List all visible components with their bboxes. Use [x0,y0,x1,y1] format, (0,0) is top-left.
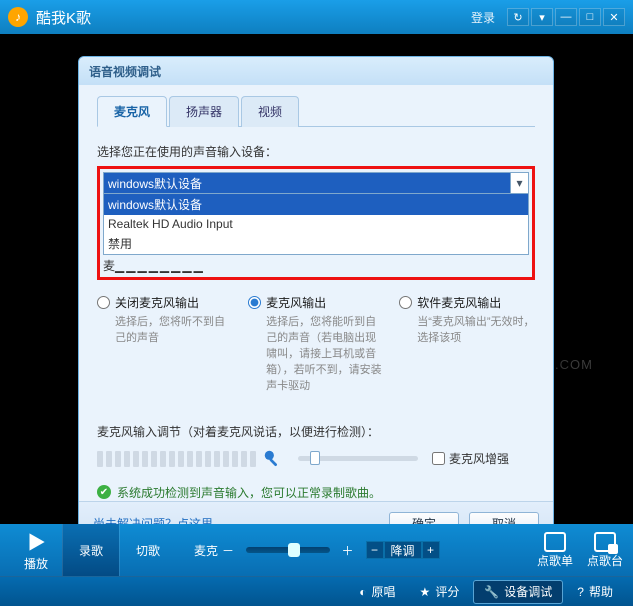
mic-volume-slider[interactable] [246,547,329,553]
app-logo-icon: ♪ [8,7,28,27]
record-tab[interactable]: 录歌 [62,524,119,576]
mic-plus-button[interactable]: ＋ [342,542,354,559]
songlist-icon [544,532,566,552]
radio-close-mic-output[interactable]: 关闭麦克风输出 [97,294,233,311]
radio-mic-output[interactable]: 麦克风输出 [248,294,384,311]
device-option[interactable]: 禁用 [104,233,528,254]
radio-desc: 选择后，您将能听到自己的声音（若电脑出现啸叫，请接上耳机或音箱），若听不到，请安… [248,315,384,395]
mic-volume-label: 麦克 [194,542,218,559]
mic-boost-checkbox[interactable]: 麦克风增强 [432,450,509,467]
mic-minus-button[interactable]: － [222,542,234,559]
input-device-dropdown: windows默认设备 Realtek HD Audio Input 禁用 [103,194,529,255]
device-option[interactable]: windows默认设备 [104,194,528,215]
score-button[interactable]: ★评分 [410,580,470,604]
mic-output-radiogroup: 关闭麦克风输出 选择后，您将听不到自己的声音 麦克风输出 选择后，您将能听到自己… [97,294,535,395]
songstage-icon [594,532,616,552]
maximize-icon[interactable]: □ [579,8,601,26]
mic-level-label: 麦克风输入调节（对着麦克风说话，以便进行检测）： [97,423,535,440]
device-test-button[interactable]: 🔧设备调试 [473,580,563,604]
minimize-icon[interactable]: — [555,8,577,26]
close-icon[interactable]: ✕ [603,8,625,26]
pitch-label: 降调 [384,541,422,559]
options-icon[interactable]: ▾ [531,8,553,26]
input-device-combobox[interactable]: windows默认设备 ▾ [103,172,529,194]
tab-microphone[interactable]: 麦克风 [97,96,167,127]
sync-icon[interactable]: ↻ [507,8,529,26]
disc-icon: ◐ [359,585,366,599]
cut-song-tab[interactable]: 切歌 [119,524,176,576]
dialog-title: 语音视频调试 [79,57,553,85]
app-title: 酷我K歌 [36,7,91,28]
songstage-button[interactable]: 点歌台 [587,532,623,569]
check-icon: ✔ [97,485,111,499]
obscured-text: 麦▁▁▁▁▁▁▁▁ [103,257,529,274]
login-link[interactable]: 登录 [471,9,495,26]
bottom-toolbar: 播放 录歌 切歌 麦克 － ＋ − 降调 + 点歌单 点歌台 ◐原唱 ★评分 🔧… [0,524,633,606]
tab-speaker[interactable]: 扬声器 [169,96,239,127]
wrench-icon: 🔧 [484,585,499,599]
mic-level-meter: 麦克风增强 [97,448,535,470]
pitch-down-button[interactable]: − [366,541,384,559]
detection-status: ✔ 系统成功检测到声音输入，您可以正常录制歌曲。 [97,484,535,501]
av-settings-dialog: 语音视频调试 麦克风 扬声器 视频 选择您正在使用的声音输入设备： window… [78,56,554,546]
mic-gain-slider[interactable] [298,456,418,461]
songlist-button[interactable]: 点歌单 [537,532,573,569]
pitch-up-button[interactable]: + [422,541,440,559]
input-device-label: 选择您正在使用的声音输入设备： [97,143,535,160]
pitch-control: − 降调 + [366,541,440,559]
app-titlebar: ♪ 酷我K歌 登录 ↻ ▾ — □ ✕ [0,0,633,34]
highlight-box: windows默认设备 ▾ windows默认设备 Realtek HD Aud… [97,166,535,280]
original-vocal-button[interactable]: ◐原唱 [349,580,405,604]
dialog-tabs: 麦克风 扬声器 视频 [97,95,535,127]
chevron-down-icon[interactable]: ▾ [510,173,528,193]
radio-software-mic-output[interactable]: 软件麦克风输出 [399,294,535,311]
help-button[interactable]: ?帮助 [567,580,623,604]
star-icon: ★ [420,585,431,599]
play-icon [23,529,49,555]
device-option[interactable]: Realtek HD Audio Input [104,215,528,233]
radio-desc: 选择后，您将听不到自己的声音 [97,315,233,347]
level-bars [97,451,256,467]
microphone-icon [262,448,284,470]
help-icon: ? [577,585,584,599]
radio-desc: 当“麦克风输出”无效时，选择该项 [399,315,535,347]
combobox-selected: windows默认设备 [104,173,510,193]
play-button[interactable]: 播放 [10,529,62,572]
tab-video[interactable]: 视频 [241,96,299,127]
